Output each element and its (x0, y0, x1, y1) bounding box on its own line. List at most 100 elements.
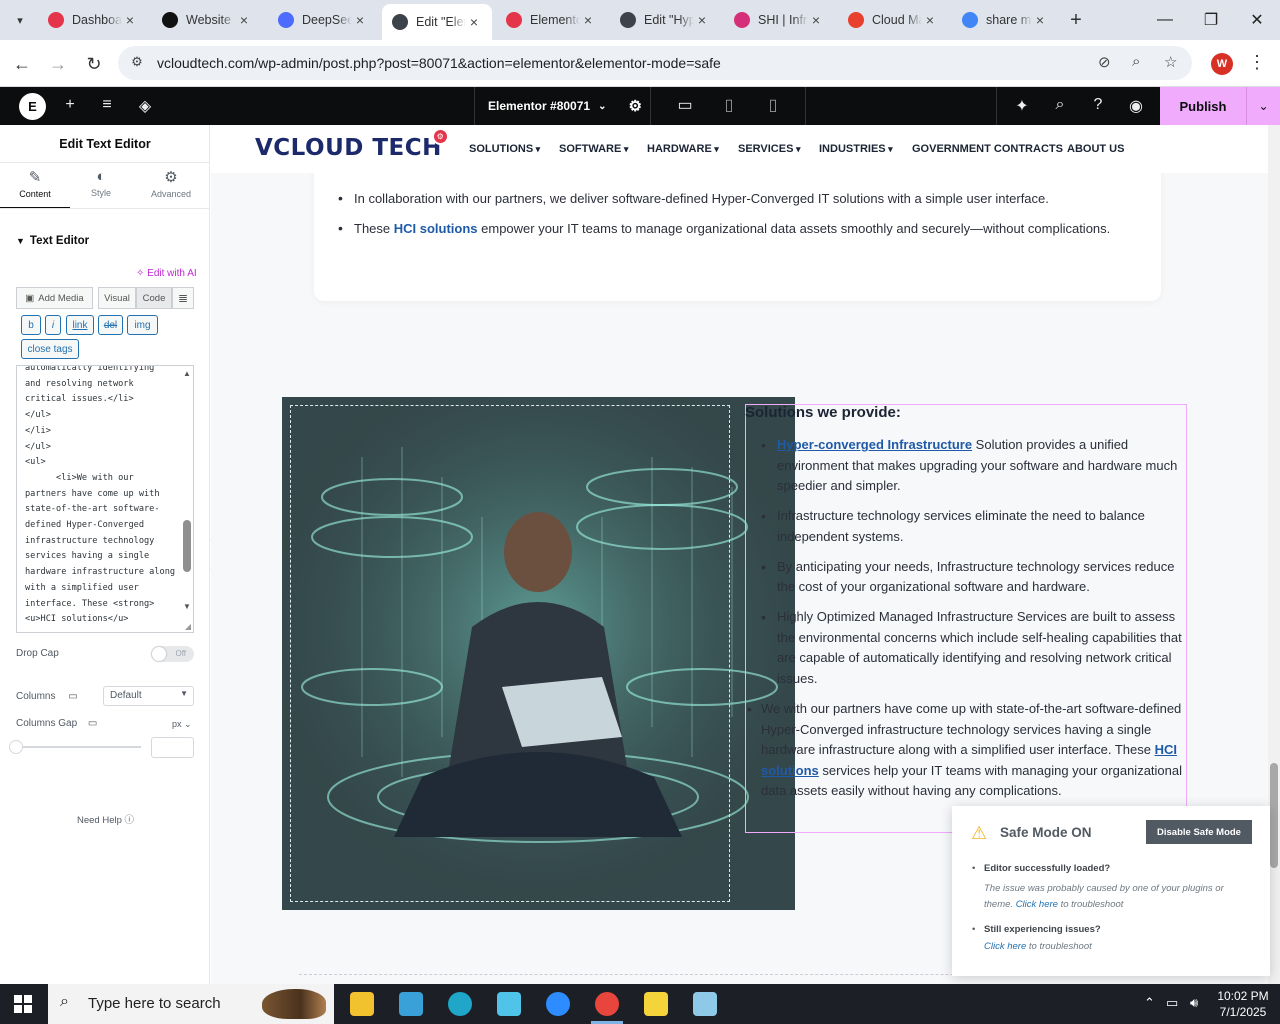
columns-select[interactable]: Default ▼ (103, 686, 194, 706)
address-bar[interactable]: ⚙ vcloudtech.com/wp-admin/post.php?post=… (118, 46, 1192, 80)
tab-style[interactable]: ◐ Style (66, 163, 136, 209)
close-tab-icon[interactable]: × (236, 12, 252, 28)
troubleshoot-link[interactable]: Click here (984, 941, 1026, 952)
preview-eye-icon[interactable]: ◉ (1126, 96, 1146, 116)
close-tab-icon[interactable]: × (808, 12, 824, 28)
site-nav-item[interactable]: INDUSTRIES ▾ (819, 143, 893, 155)
desktop-icon[interactable]: ▭ (675, 95, 695, 115)
tab-content[interactable]: ✎ Content (0, 163, 70, 209)
code-scrollbar[interactable]: ▲ ▼ (180, 366, 193, 632)
back-button[interactable]: ← (8, 50, 36, 78)
close-tab-icon[interactable]: × (466, 14, 482, 30)
taskbar-app[interactable] (583, 984, 631, 1024)
site-nav-item[interactable]: HARDWARE ▾ (647, 143, 719, 155)
close-tab-icon[interactable]: × (122, 12, 138, 28)
taskbar-search[interactable]: ⌕ Type here to search (48, 984, 334, 1024)
quicktag-del-button[interactable]: del (98, 315, 123, 335)
taskbar-app[interactable] (485, 984, 533, 1024)
new-tab-button[interactable]: + (1064, 8, 1088, 32)
tablet-icon[interactable]: ▯ (719, 95, 739, 115)
site-nav-item[interactable]: SOLUTIONS ▾ (469, 143, 540, 155)
site-logo[interactable]: VCLOUD TECH ⚙ (255, 128, 449, 161)
browser-menu-icon[interactable]: ⋮ (1248, 52, 1266, 73)
close-tab-icon[interactable]: × (352, 12, 368, 28)
url-text[interactable]: vcloudtech.com/wp-admin/post.php?post=80… (157, 55, 721, 71)
volume-icon[interactable]: 🔊︎ (1190, 995, 1198, 1011)
browser-tab[interactable]: DeepSeek× (268, 6, 378, 34)
taskbar-app[interactable] (681, 984, 729, 1024)
hyper-converged-link[interactable]: Hyper-converged Infrastructure (777, 437, 972, 452)
browser-tab[interactable]: Website × (152, 6, 262, 34)
site-nav-item[interactable]: GOVERNMENT CONTRACTS (912, 143, 1063, 155)
add-media-button[interactable]: ▣ Add Media (16, 287, 93, 309)
edit-with-ai-link[interactable]: ✧ Edit with AI (136, 268, 197, 279)
scroll-thumb[interactable] (1270, 763, 1278, 868)
drop-cap-toggle[interactable]: Off (151, 646, 194, 662)
troubleshoot-link[interactable]: Click here (1016, 899, 1058, 910)
code-tab[interactable]: Code (136, 287, 172, 309)
publish-options-chevron-icon[interactable]: ⌄ (1246, 87, 1280, 125)
close-tab-icon[interactable]: × (1032, 12, 1048, 28)
restore-button[interactable]: ❐ (1188, 0, 1234, 40)
taskbar-app[interactable] (436, 984, 484, 1024)
structure-layers-icon[interactable]: ◈ (135, 96, 155, 116)
resize-handle-icon[interactable]: ◢ (185, 622, 191, 631)
show-hidden-icons-icon[interactable]: ⌃ (1144, 995, 1155, 1011)
forward-button[interactable]: → (44, 50, 72, 78)
visual-tab[interactable]: Visual (98, 287, 136, 309)
site-nav-item[interactable]: SOFTWARE ▾ (559, 143, 628, 155)
desktop-responsive-icon[interactable]: ▭ (88, 718, 97, 729)
code-content[interactable]: automatically identifying and resolving … (25, 366, 177, 628)
reload-button[interactable]: ↻ (80, 50, 108, 78)
need-help-link[interactable]: Need Help ⓘ (77, 812, 134, 826)
add-element-icon[interactable]: + (60, 96, 80, 114)
system-clock[interactable]: 10:02 PM 7/1/2025 (1212, 988, 1274, 1020)
quicktag-img-button[interactable]: img (127, 315, 158, 335)
browser-tab[interactable]: Edit "Elementor× (382, 4, 492, 40)
close-tab-icon[interactable]: × (694, 12, 710, 28)
browser-tab[interactable]: Cloud Management× (838, 6, 948, 34)
quicktag-i-button[interactable]: i (45, 315, 61, 335)
notifications-icon[interactable]: ✦ (1012, 96, 1032, 116)
columns-gap-input[interactable] (151, 737, 194, 758)
toolbar-toggle-icon[interactable]: ≣ (172, 287, 194, 309)
section-toggle-text-editor[interactable]: ▼ Text Editor (16, 235, 89, 247)
network-icon[interactable]: ▭ (1166, 995, 1178, 1011)
disable-safe-mode-button[interactable]: Disable Safe Mode (1146, 820, 1252, 844)
quicktag-b-button[interactable]: b (21, 315, 41, 335)
site-info-icon[interactable]: ⚙ (128, 54, 146, 72)
scroll-down-icon[interactable]: ▼ (183, 602, 191, 611)
zoom-icon[interactable]: ⌕ (1132, 53, 1140, 70)
minimize-button[interactable]: — (1142, 0, 1188, 40)
taskbar-app[interactable] (338, 984, 386, 1024)
code-editor-textarea[interactable]: automatically identifying and resolving … (16, 365, 194, 633)
browser-tab[interactable]: share my× (952, 6, 1058, 34)
quicktag-link-button[interactable]: link (66, 315, 94, 335)
bookmark-star-icon[interactable]: ☆ (1164, 53, 1177, 71)
desktop-responsive-icon[interactable]: ▭ (68, 691, 77, 702)
finder-search-icon[interactable]: ⌕ (1050, 96, 1070, 114)
mobile-icon[interactable]: ▯ (763, 95, 783, 115)
publish-button[interactable]: Publish (1160, 87, 1246, 125)
tab-search-button[interactable]: ▾ (8, 8, 32, 32)
unit-select[interactable]: px ⌄ (172, 719, 192, 730)
document-name[interactable]: Elementor #80071 ⌄ ⚙ (474, 87, 650, 125)
site-settings-icon[interactable]: ≡ (97, 96, 117, 114)
browser-tab[interactable]: SHI | Infrastructure× (724, 6, 834, 34)
hci-solutions-link[interactable]: HCI solutions (394, 221, 478, 236)
browser-tab[interactable]: Dashboard× (38, 6, 148, 34)
windows-start-icon[interactable] (14, 995, 32, 1013)
help-icon[interactable]: ? (1088, 96, 1108, 114)
columns-gap-slider-handle[interactable] (9, 740, 23, 754)
browser-tab[interactable]: Edit "Hyper× (610, 6, 720, 34)
columns-gap-slider-track[interactable] (16, 746, 141, 748)
taskbar-app[interactable] (632, 984, 680, 1024)
close-tab-icon[interactable]: × (922, 12, 938, 28)
elementor-logo-icon[interactable]: E (19, 93, 46, 120)
tab-advanced[interactable]: ⚙ Advanced (136, 163, 206, 209)
browser-tab[interactable]: Elementor× (496, 6, 606, 34)
site-nav-item[interactable]: ABOUT US (1067, 143, 1124, 155)
taskbar-app[interactable] (534, 984, 582, 1024)
profile-avatar[interactable]: W (1211, 53, 1233, 75)
page-settings-gear-icon[interactable]: ⚙ (628, 97, 641, 115)
